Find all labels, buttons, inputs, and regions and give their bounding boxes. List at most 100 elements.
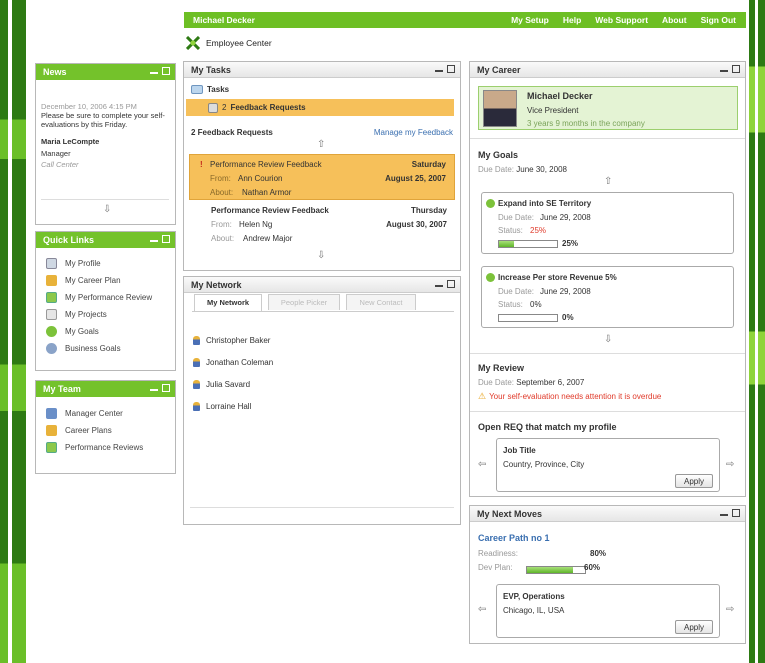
feedback-requests-folder-item[interactable]: 2 Feedback Requests — [186, 99, 454, 116]
quick-link-business-goals[interactable]: Business Goals — [46, 343, 121, 354]
quick-link-my-goals[interactable]: My Goals — [46, 326, 99, 337]
status-label: Status: — [498, 300, 523, 309]
my-career-header: My Career — [470, 62, 745, 78]
quick-links-panel: Quick Links My Profile My Career Plan My… — [35, 231, 176, 371]
task-item-1[interactable]: ! Performance Review Feedback Saturday F… — [189, 154, 455, 200]
top-bar: Michael Decker My Setup Help Web Support… — [184, 12, 746, 28]
task-about: Andrew Major — [243, 234, 293, 243]
profile-card: Michael Decker Vice President 3 years 9 … — [478, 86, 738, 130]
task-day: Saturday — [411, 160, 446, 169]
scroll-up-icon[interactable]: ⇧ — [317, 139, 325, 150]
manage-feedback-link[interactable]: Manage my Feedback — [374, 128, 453, 137]
person-icon — [193, 358, 200, 367]
brand-label: Employee Center — [206, 38, 272, 48]
minimize-icon[interactable] — [720, 514, 728, 516]
readiness-value: 80% — [590, 549, 607, 558]
web-support-link[interactable]: Web Support — [595, 15, 648, 25]
chart-document-icon — [46, 442, 57, 453]
goal-due-date: June 29, 2008 — [540, 287, 591, 296]
contact-name: Christopher Baker — [206, 336, 271, 345]
maximize-icon[interactable] — [162, 67, 170, 75]
priority-icon: ! — [200, 160, 203, 169]
next-arrow-icon[interactable]: ⇨ — [726, 604, 734, 615]
employee-center-logo-icon — [186, 36, 200, 50]
about-link[interactable]: About — [662, 15, 687, 25]
tab-my-network[interactable]: My Network — [194, 294, 262, 311]
maximize-icon[interactable] — [162, 384, 170, 392]
team-link-career-plans[interactable]: Career Plans — [46, 425, 112, 436]
tab-people-picker[interactable]: People Picker — [268, 294, 340, 310]
tab-new-contact[interactable]: New Contact — [346, 294, 416, 310]
maximize-icon[interactable] — [162, 235, 170, 243]
quick-link-my-profile[interactable]: My Profile — [46, 258, 101, 269]
task-title: Performance Review Feedback — [211, 206, 329, 215]
scroll-down-icon[interactable]: ⇩ — [604, 334, 612, 345]
scroll-down-icon[interactable]: ⇩ — [317, 250, 325, 261]
contact-item[interactable]: Jonathan Coleman — [193, 358, 273, 367]
next-arrow-icon[interactable]: ⇨ — [726, 459, 734, 470]
contact-name: Jonathan Coleman — [206, 358, 274, 367]
apply-button[interactable]: Apply — [675, 620, 713, 634]
goal-card[interactable]: Expand into SE Territory Due Date: June … — [481, 192, 734, 254]
quick-link-label: Business Goals — [65, 344, 121, 353]
due-label: Due Date: — [498, 287, 535, 296]
news-author: Maria LeCompte — [41, 137, 100, 146]
contact-item[interactable]: Christopher Baker — [193, 336, 270, 345]
maximize-icon[interactable] — [447, 280, 455, 288]
contact-item[interactable]: Julia Savard — [193, 380, 250, 389]
minimize-icon[interactable] — [720, 70, 728, 72]
quick-link-label: My Projects — [65, 310, 107, 319]
minimize-icon[interactable] — [435, 70, 443, 72]
task-date: August 25, 2007 — [385, 174, 446, 183]
quick-link-my-projects[interactable]: My Projects — [46, 309, 107, 320]
right-decorative-stripe — [749, 0, 765, 663]
maximize-icon[interactable] — [732, 509, 740, 517]
my-tasks-panel: My Tasks Tasks 2 Feedback Requests 2 Fee… — [183, 61, 461, 271]
minimize-icon[interactable] — [435, 285, 443, 287]
team-link-manager-center[interactable]: Manager Center — [46, 408, 123, 419]
goals-due-date: June 30, 2008 — [516, 165, 567, 174]
minimize-icon[interactable] — [150, 72, 158, 74]
task-from: Helen Ng — [239, 220, 273, 229]
due-label: Due Date: — [498, 213, 535, 222]
career-path-link[interactable]: Career Path no 1 — [478, 533, 550, 543]
hourglass-icon — [46, 425, 57, 436]
task-item-2[interactable]: Performance Review Feedback Thursday Fro… — [189, 201, 455, 245]
maximize-icon[interactable] — [732, 65, 740, 73]
req-card: Job Title Country, Province, City Apply — [496, 438, 720, 492]
quick-link-my-career-plan[interactable]: My Career Plan — [46, 275, 121, 286]
news-message: Please be sure to complete your self-eva… — [41, 111, 165, 129]
contact-item[interactable]: Lorraine Hall — [193, 402, 251, 411]
previous-arrow-icon[interactable]: ⇦ — [478, 604, 486, 615]
my-network-panel: My Network My Network People Picker New … — [183, 276, 461, 525]
globe-icon — [46, 343, 57, 354]
team-link-label: Manager Center — [65, 409, 123, 418]
minimize-icon[interactable] — [150, 389, 158, 391]
person-icon — [193, 380, 200, 389]
sign-out-link[interactable]: Sign Out — [701, 15, 736, 25]
my-setup-link[interactable]: My Setup — [511, 15, 549, 25]
my-career-panel: My Career Michael Decker Vice President … — [469, 61, 746, 497]
goal-card[interactable]: Increase Per store Revenue 5% Due Date: … — [481, 266, 734, 328]
readiness-bar — [526, 566, 586, 574]
previous-arrow-icon[interactable]: ⇦ — [478, 459, 486, 470]
tasks-folder[interactable]: Tasks — [191, 85, 229, 94]
warning-icon: ⚠ — [478, 391, 487, 401]
due-label: Due Date: — [478, 165, 515, 174]
quick-link-label: My Goals — [65, 327, 99, 336]
team-link-label: Career Plans — [65, 426, 112, 435]
my-network-header: My Network — [184, 277, 460, 293]
about-label: About: — [211, 234, 235, 243]
scroll-down-icon[interactable]: ⇩ — [103, 204, 111, 215]
feedback-count: 2 — [222, 103, 227, 112]
inbox-icon — [208, 102, 218, 113]
maximize-icon[interactable] — [447, 65, 455, 73]
help-link[interactable]: Help — [563, 15, 581, 25]
review-due-date: September 6, 2007 — [516, 378, 585, 387]
scroll-up-icon[interactable]: ⇧ — [604, 176, 612, 187]
quick-links-header: Quick Links — [36, 232, 175, 248]
minimize-icon[interactable] — [150, 240, 158, 242]
apply-button[interactable]: Apply — [675, 474, 713, 488]
quick-link-my-performance-review[interactable]: My Performance Review — [46, 292, 152, 303]
team-link-performance-reviews[interactable]: Performance Reviews — [46, 442, 143, 453]
